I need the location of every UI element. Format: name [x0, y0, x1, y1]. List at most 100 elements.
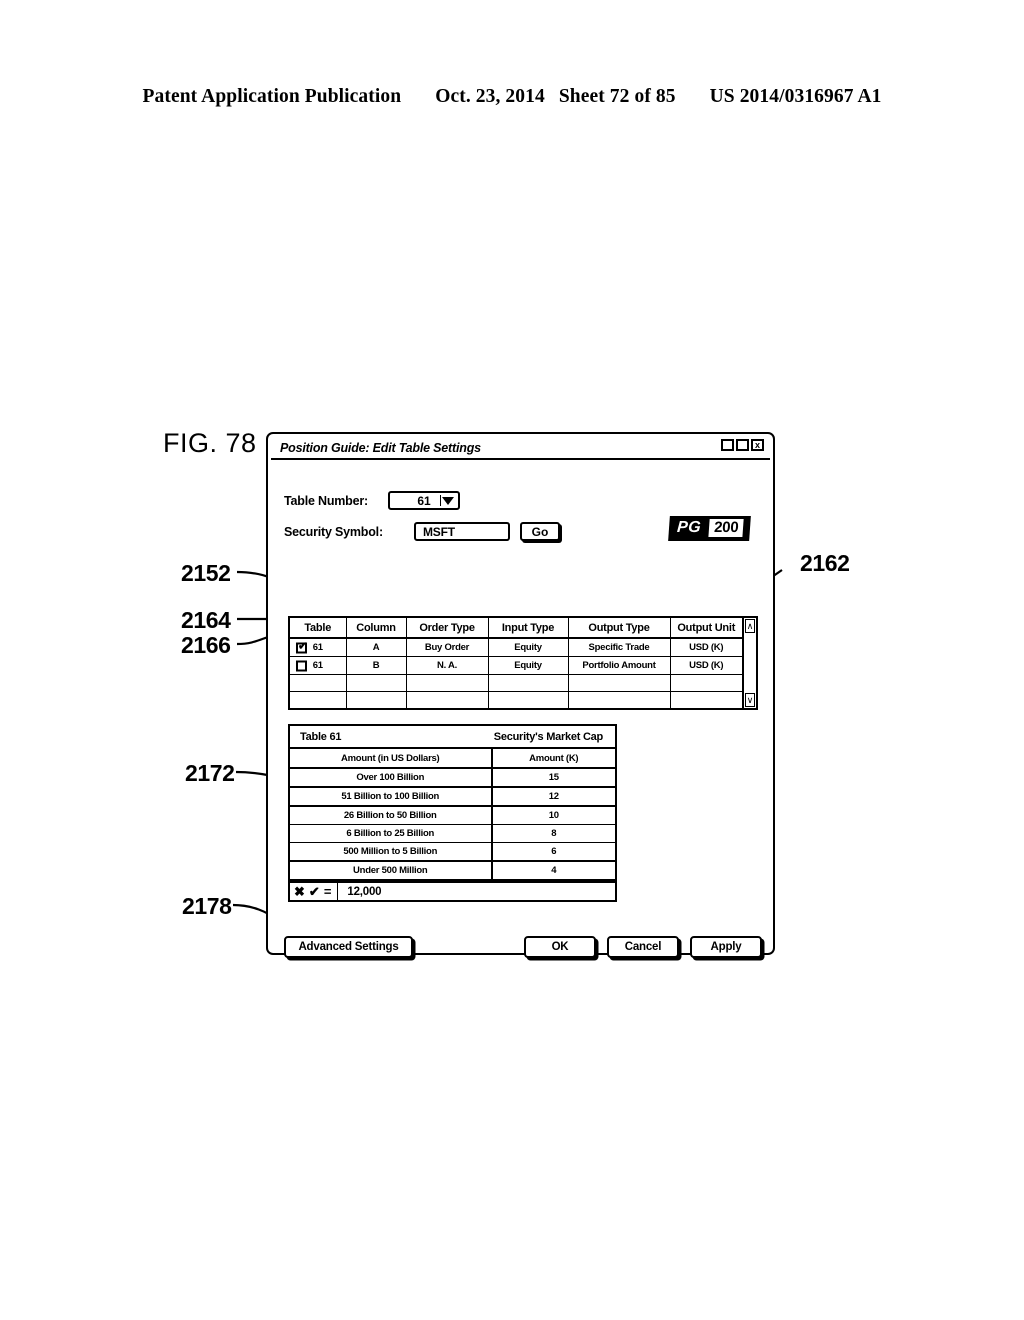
mc-row-value[interactable]: 10	[491, 806, 615, 825]
mc-row-value[interactable]: 15	[491, 768, 615, 788]
scroll-down-icon[interactable]: ∨	[745, 693, 755, 707]
mc-row-label[interactable]: 51 Billion to 100 Billion	[290, 786, 493, 807]
empty-cell[interactable]	[290, 674, 347, 692]
row-input-type-value[interactable]: Equity	[488, 638, 569, 657]
mc-col-header-amount-k[interactable]: Amount (K)	[491, 748, 615, 769]
row-column-value[interactable]: B	[346, 656, 407, 675]
row-table-cell[interactable]: 61	[290, 638, 347, 657]
dialog-titlebar[interactable]: Position Guide: Edit Table Settings x	[271, 437, 770, 460]
table-number-label: Table Number:	[284, 493, 368, 508]
table-settings-grid: Table Column Order Type Input Type Outpu…	[288, 616, 758, 710]
dialog-body: Table Number: 61 Security Symbol: MSFT G…	[268, 460, 773, 958]
formula-bar: ✖ ✔ = 12,000	[288, 881, 617, 902]
accept-formula-icon[interactable]: ✔	[309, 884, 320, 900]
dialog-title: Position Guide: Edit Table Settings	[280, 440, 481, 455]
mc-row-value[interactable]: 4	[492, 861, 616, 879]
empty-cell[interactable]	[406, 691, 489, 708]
col-header-table[interactable]: Table	[290, 618, 347, 639]
security-symbol-label: Security Symbol:	[284, 524, 383, 539]
table-row[interactable]: 61 B N. A. Equity Portfolio Amount USD (…	[290, 656, 742, 675]
empty-cell[interactable]	[406, 674, 489, 692]
row-order-type-value[interactable]: N. A.	[406, 656, 489, 675]
publication-header: Patent Application Publication Oct. 23, 2…	[0, 86, 1024, 108]
empty-cell[interactable]	[290, 691, 347, 708]
col-header-column[interactable]: Column	[346, 618, 407, 639]
scroll-up-icon[interactable]: ∧	[745, 619, 755, 633]
mc-row-value[interactable]: 8	[491, 824, 615, 843]
ref-2166: 2166	[181, 632, 231, 658]
minimize-icon[interactable]	[721, 439, 734, 451]
row-column-value[interactable]: A	[346, 638, 407, 657]
mc-row-label[interactable]: Under 500 Million	[290, 861, 493, 879]
ref-2152: 2152	[181, 560, 231, 586]
security-symbol-input[interactable]: MSFT	[414, 522, 510, 541]
row-input-type-value[interactable]: Equity	[488, 656, 569, 675]
pg-badge: PG 200	[667, 516, 751, 541]
mc-row-label[interactable]: 26 Billion to 50 Billion	[290, 806, 493, 825]
cancel-button[interactable]: Cancel	[607, 936, 679, 958]
mc-row-label[interactable]: 500 Million to 5 Billion	[290, 842, 493, 862]
advanced-settings-button[interactable]: Advanced Settings	[284, 936, 413, 958]
row-checkbox-checked[interactable]	[296, 641, 307, 653]
empty-cell[interactable]	[346, 691, 407, 708]
col-header-output-type[interactable]: Output Type	[568, 618, 671, 639]
chevron-down-icon[interactable]	[442, 496, 454, 505]
market-cap-table: Table 61 Security's Market Cap Amount (i…	[288, 724, 617, 881]
empty-cell[interactable]	[488, 691, 569, 708]
mc-row-label[interactable]: 6 Billion to 25 Billion	[290, 824, 493, 843]
formula-value-input[interactable]: 12,000	[338, 886, 381, 898]
ref-2162: 2162	[800, 550, 850, 576]
apply-button[interactable]: Apply	[690, 936, 762, 958]
row-order-type-value[interactable]: Buy Order	[406, 638, 489, 657]
mc-row-value-selected[interactable]: 12	[490, 786, 615, 807]
ok-button[interactable]: OK	[524, 936, 596, 958]
market-cap-row[interactable]: Under 500 Million 4	[290, 861, 615, 879]
market-cap-row-selected[interactable]: 51 Billion to 100 Billion 12	[290, 786, 615, 807]
table-number-row: Table Number: 61	[284, 491, 460, 510]
equals-icon[interactable]: =	[324, 884, 332, 899]
empty-cell[interactable]	[568, 691, 671, 708]
row-output-type-value[interactable]: Portfolio Amount	[568, 656, 671, 675]
go-button[interactable]: Go	[520, 522, 560, 541]
row-table-cell[interactable]: 61	[290, 656, 347, 675]
col-header-output-unit[interactable]: Output Unit	[670, 618, 742, 639]
close-icon[interactable]: x	[751, 439, 764, 451]
empty-cell[interactable]	[670, 692, 742, 709]
table-row-empty[interactable]	[290, 691, 742, 709]
empty-cell[interactable]	[346, 674, 407, 692]
mc-row-label[interactable]: Over 100 Billion	[290, 768, 493, 788]
market-cap-row[interactable]: 26 Billion to 50 Billion 10	[290, 806, 615, 825]
window-controls: x	[721, 439, 764, 451]
publication-title: Patent Application Publication	[142, 86, 402, 107]
table-number-select[interactable]: 61	[388, 491, 460, 510]
mc-col-header-amount-usd[interactable]: Amount (in US Dollars)	[290, 748, 493, 769]
maximize-icon[interactable]	[736, 439, 749, 451]
row-output-unit-value[interactable]: USD (K)	[670, 638, 742, 657]
market-cap-row[interactable]: Over 100 Billion 15	[290, 768, 615, 788]
mc-row-value[interactable]: 6	[491, 842, 615, 862]
row-output-unit-value[interactable]: USD (K)	[670, 656, 742, 675]
ref-2178: 2178	[182, 893, 232, 919]
cancel-formula-icon[interactable]: ✖	[294, 884, 305, 900]
col-header-order-type[interactable]: Order Type	[406, 618, 489, 639]
market-cap-row[interactable]: 6 Billion to 25 Billion 8	[290, 824, 615, 843]
figure-label: FIG. 78	[163, 428, 257, 458]
combo-separator	[440, 495, 441, 506]
row-output-type-value[interactable]: Specific Trade	[568, 638, 671, 657]
ref-2172: 2172	[185, 760, 235, 786]
grid-scrollbar[interactable]: ∧ ∨	[742, 618, 756, 708]
ref-2164: 2164	[181, 607, 231, 633]
empty-cell[interactable]	[568, 674, 671, 692]
scrollbar-track[interactable]	[744, 634, 756, 692]
table-row-empty[interactable]	[290, 674, 742, 692]
row-checkbox-unchecked[interactable]	[296, 660, 307, 671]
empty-cell[interactable]	[670, 674, 742, 692]
col-header-input-type[interactable]: Input Type	[488, 618, 569, 639]
market-cap-header-row: Amount (in US Dollars) Amount (K)	[290, 748, 615, 769]
settings-table: Table Column Order Type Input Type Outpu…	[290, 618, 742, 708]
empty-cell[interactable]	[488, 674, 569, 692]
table-row[interactable]: 61 A Buy Order Equity Specific Trade USD…	[290, 638, 742, 657]
market-cap-row[interactable]: 500 Million to 5 Billion 6	[290, 842, 615, 862]
pg-label: PG	[676, 519, 702, 536]
settings-header-row: Table Column Order Type Input Type Outpu…	[290, 618, 742, 639]
